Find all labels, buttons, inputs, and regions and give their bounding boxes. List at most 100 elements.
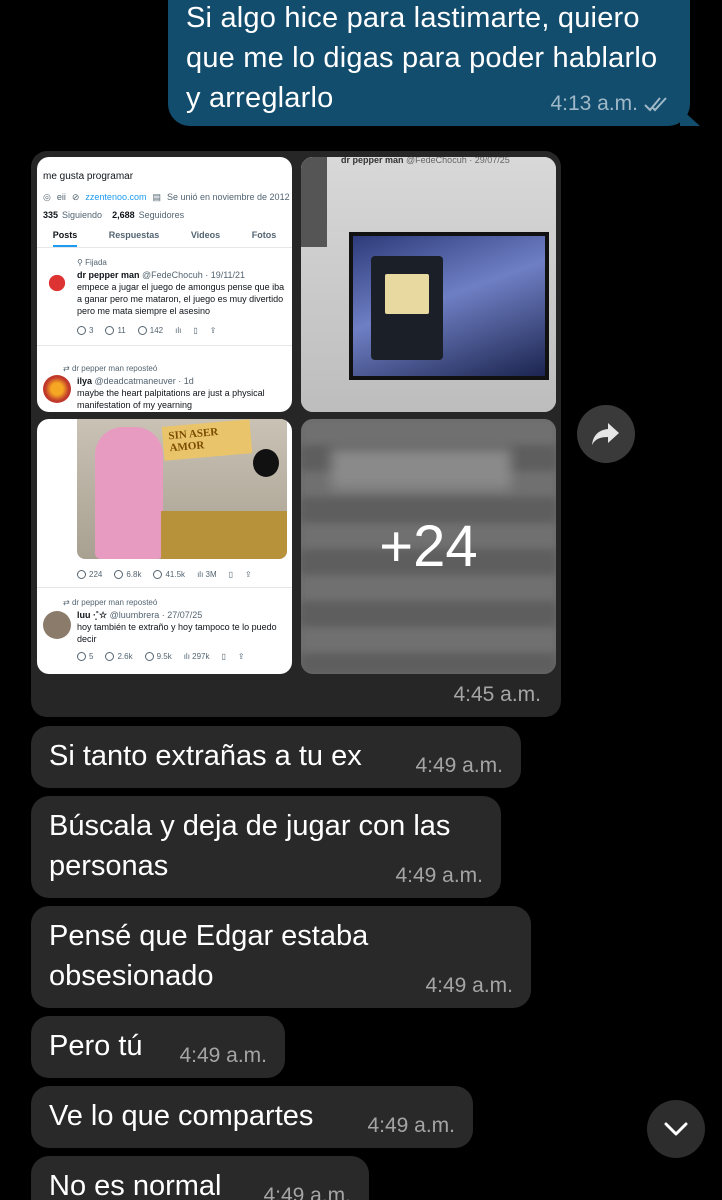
reply-icon — [77, 570, 86, 580]
followers-count: 2,688 — [112, 210, 135, 220]
profile-tabs: Posts Respuestas Videos Fotos — [37, 229, 292, 247]
share-icon: ⇪ — [245, 570, 252, 579]
scroll-to-bottom-button[interactable] — [647, 1100, 705, 1158]
tabs-divider — [37, 247, 292, 248]
television — [349, 232, 549, 380]
incoming-message-bubble[interactable]: Pero tú 4:49 a.m. — [31, 1016, 285, 1078]
location-icon: ◎ — [43, 192, 51, 202]
incoming-message-text: Pensé que Edgar estaba obsesionado — [49, 920, 369, 992]
post1-header: dr pepper man @FedeChocuh · 19/11/21 — [77, 269, 287, 281]
party-table — [161, 511, 287, 559]
chevron-down-icon — [664, 1122, 688, 1136]
following-count: 335 — [43, 210, 59, 220]
balloon — [253, 449, 279, 477]
incoming-message-time: 4:49 a.m. — [395, 864, 483, 887]
profile-bio: me gusta programar — [43, 171, 134, 182]
post2-header: ilya @deadcatmaneuver · 1d — [77, 375, 194, 387]
reply-icon — [77, 326, 86, 336]
outgoing-message-meta: 4:13 a.m. — [550, 92, 672, 116]
incoming-message-bubble[interactable]: Si tanto extrañas a tu ex 4:49 a.m. — [31, 726, 521, 788]
person-figure — [95, 427, 163, 559]
views-icon: ılı — [183, 652, 193, 661]
profile-link: zzentenoo.com — [85, 192, 147, 202]
party-sign: SIN ASER AMOR — [161, 419, 253, 461]
tab-videos: Videos — [190, 230, 221, 240]
media-album-bubble[interactable]: me gusta programar ◎ eii ⊘ zzentenoo.com… — [31, 151, 561, 717]
pinned-label: ⚲ Fijada — [77, 258, 107, 267]
post3-handle: @luumbrera · 27/07/25 — [109, 610, 203, 620]
album-time: 4:45 a.m. — [453, 683, 541, 706]
post1-actions: 3 11 142 ılı ▯ ⇪ — [77, 325, 216, 337]
bookmark-icon: ▯ — [228, 570, 234, 579]
reply-icon — [77, 652, 86, 662]
bookmark-icon: ▯ — [221, 652, 226, 661]
post3-header: luu ·̩͙˚☆ @luumbrera · 27/07/25 — [77, 609, 202, 621]
post2-handle: @deadcatmaneuver · 1d — [94, 376, 194, 386]
retweet-icon — [105, 652, 115, 662]
avatar — [43, 611, 71, 639]
profile-location: eii — [56, 192, 66, 202]
incoming-message-bubble[interactable]: No es normal 4:49 a.m. — [31, 1156, 369, 1200]
tab-fotos: Fotos — [251, 230, 277, 240]
post3-actions: 5 2.6k 9.5k ılı 297k ▯ ⇪ — [77, 651, 245, 663]
followers-label: Seguidores — [138, 210, 185, 220]
profile-joined: Se unió en noviembre de 2012 — [166, 192, 290, 202]
post-divider — [37, 345, 292, 346]
party-sign-text: SIN ASER AMOR — [168, 426, 219, 455]
views-icon: ılı — [175, 326, 182, 335]
like-icon — [153, 570, 163, 580]
forward-button[interactable] — [577, 405, 635, 463]
incoming-message-bubble[interactable]: Búscala y deja de jugar con las personas… — [31, 796, 501, 898]
incoming-message-time: 4:49 a.m. — [415, 754, 503, 777]
volume-overlay — [301, 157, 327, 247]
following-label: Siguiendo — [62, 210, 103, 220]
incoming-message-time: 4:49 a.m. — [179, 1044, 267, 1067]
incoming-message-time: 4:49 a.m. — [425, 974, 513, 997]
incoming-message-time: 4:49 a.m. — [263, 1184, 351, 1200]
album-more-images-tile[interactable]: +24 — [301, 419, 556, 674]
post2-text: maybe the heart palpitations are just a … — [77, 388, 265, 410]
incoming-message-bubble[interactable]: Pensé que Edgar estaba obsesionado 4:49 … — [31, 906, 531, 1008]
like-icon — [137, 326, 147, 336]
tab-respuestas: Respuestas — [108, 230, 160, 240]
bookmark-icon: ▯ — [193, 326, 198, 335]
avatar — [43, 375, 71, 403]
post3-name: luu ·̩͙˚☆ — [77, 610, 108, 620]
tweet-header-handle: @FedeChocuh · 29/07/25 — [406, 157, 510, 165]
album-image-tv-photo[interactable]: dr pepper man @FedeChocuh · 29/07/25 — [301, 157, 556, 412]
pin-icon: ⚲ — [77, 258, 86, 267]
repost-label: ⇄ dr pepper man reposteó — [63, 598, 158, 607]
party-photo: SIN ASER AMOR — [77, 419, 287, 559]
forward-arrow-icon — [592, 423, 619, 445]
album-image-photo-tweet[interactable]: SIN ASER AMOR 224 6.8k 41.5k ılı 3M ▯ ⇪ … — [37, 419, 292, 674]
incoming-message-time: 4:49 a.m. — [367, 1114, 455, 1137]
avatar — [43, 269, 71, 297]
share-icon: ⇪ — [237, 652, 245, 661]
post2-name: ilya — [77, 376, 93, 386]
post1-handle: @FedeChocuh · 19/11/21 — [142, 270, 246, 280]
incoming-message-bubble[interactable]: Ve lo que compartes 4:49 a.m. — [31, 1086, 473, 1148]
link-icon: ⊘ — [71, 192, 80, 202]
retweet-icon — [114, 570, 124, 580]
profile-meta: ◎ eii ⊘ zzentenoo.com ▤ Se unió en novie… — [43, 191, 290, 203]
post1-text: empece a jugar el juego de amongus pense… — [77, 282, 285, 316]
share-icon: ⇪ — [209, 326, 217, 335]
album-image-profile-screenshot[interactable]: me gusta programar ◎ eii ⊘ zzentenoo.com… — [37, 157, 292, 412]
like-icon — [144, 652, 154, 662]
profile-counts: 335 Siguiendo 2,688 Seguidores — [43, 209, 184, 221]
outgoing-message-bubble[interactable]: Si algo hice para lastimarte, quiero que… — [168, 0, 690, 126]
photo-tweet-actions: 224 6.8k 41.5k ılı 3M ▯ ⇪ — [77, 569, 252, 581]
album-art — [385, 274, 429, 314]
tweet-header: dr pepper man @FedeChocuh · 29/07/25 — [341, 157, 510, 165]
repost-icon: ⇄ — [63, 598, 72, 607]
double-check-read-icon — [644, 97, 667, 112]
post3-text: hoy también te extraño y hoy tampoco te … — [77, 622, 277, 644]
tab-posts: Posts — [52, 229, 78, 247]
calendar-icon: ▤ — [152, 192, 161, 202]
repost-label: ⇄ dr pepper man reposteó — [63, 364, 158, 373]
views-icon: ılı — [197, 570, 206, 579]
outgoing-message-time: 4:13 a.m. — [550, 92, 638, 115]
tweet-header-name: dr pepper man — [341, 157, 404, 165]
post1-name: dr pepper man — [77, 270, 140, 280]
retweet-icon — [105, 326, 115, 336]
